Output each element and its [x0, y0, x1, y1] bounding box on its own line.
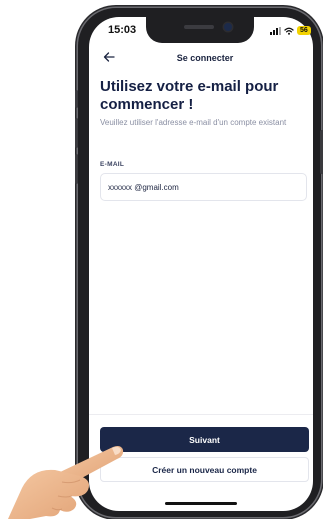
page-headline: Utilisez votre e-mail pour commencer !: [100, 78, 279, 113]
email-label: E-MAIL: [100, 161, 125, 168]
nav-title: Se connecter: [176, 53, 234, 63]
signal-icon: [270, 26, 281, 35]
front-camera: [224, 23, 232, 31]
wifi-icon: [284, 27, 294, 35]
phone-side-button-left-1: [75, 90, 78, 108]
stage: 15:03 56 Se connecter Utilisez votre e-m…: [0, 0, 323, 519]
page-subtitle: Veuillez utiliser l'adresse e-mail d'un …: [100, 118, 287, 127]
battery-icon: 56: [297, 26, 311, 35]
status-icons: 56: [270, 26, 311, 35]
speaker-grille: [184, 25, 214, 29]
arrow-left-icon[interactable]: [102, 50, 116, 64]
phone-side-button-left-3: [75, 154, 78, 184]
email-field[interactable]: [100, 173, 307, 201]
status-time: 15:03: [108, 24, 137, 36]
home-indicator: [165, 502, 237, 505]
phone-notch: [146, 17, 254, 43]
pointing-hand-icon: [8, 446, 124, 519]
phone-side-button-left-2: [75, 118, 78, 148]
